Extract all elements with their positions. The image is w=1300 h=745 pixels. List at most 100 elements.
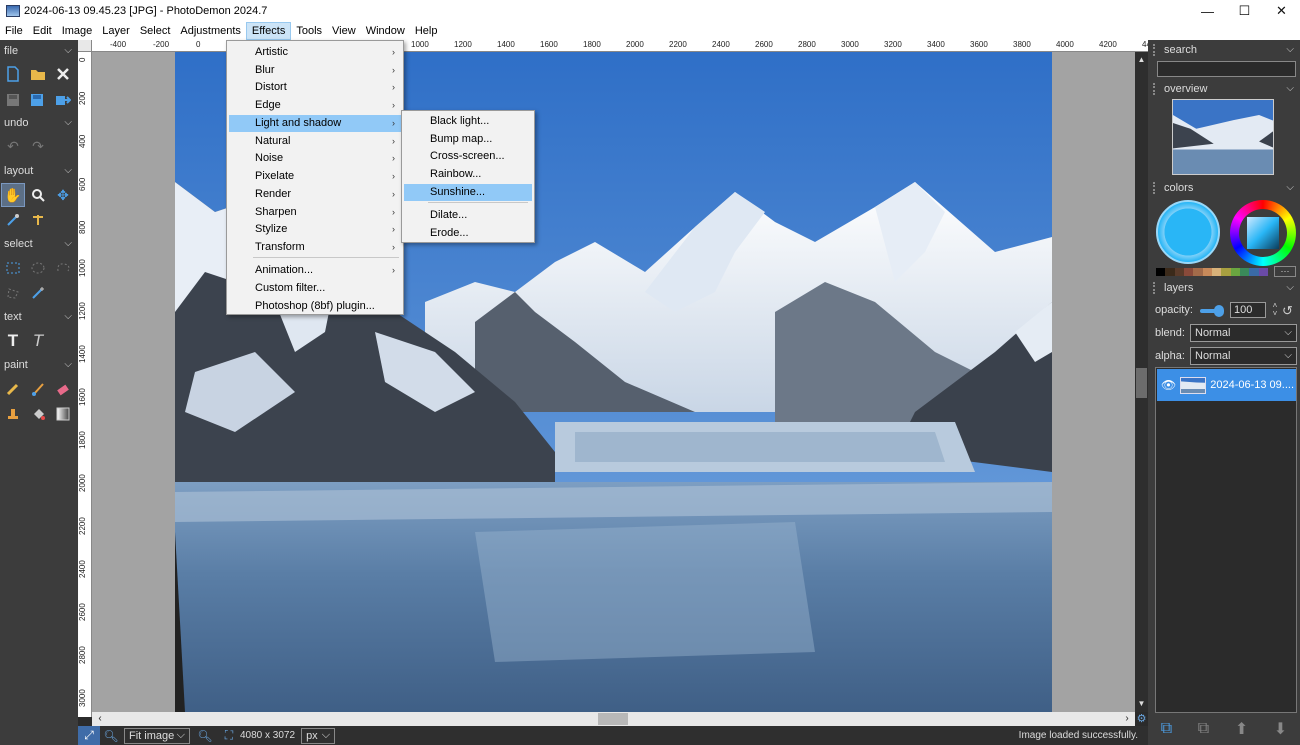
effects-menu-item[interactable]: Blur › bbox=[229, 62, 401, 79]
light-shadow-menu-item[interactable]: Erode... bbox=[404, 225, 532, 242]
effects-menu-item[interactable]: Custom filter... bbox=[229, 280, 401, 297]
palette-swatch[interactable] bbox=[1183, 268, 1194, 276]
layer-row[interactable]: 👁 2024-06-13 09.... bbox=[1157, 369, 1296, 401]
vertical-scroll-thumb[interactable] bbox=[1136, 368, 1147, 398]
palette-swatch[interactable] bbox=[1193, 268, 1203, 276]
menu-select[interactable]: Select bbox=[135, 22, 176, 40]
close-window-button[interactable]: ✕ bbox=[1263, 0, 1300, 22]
zoom-in-icon[interactable]: 🔍︎ bbox=[194, 726, 216, 745]
scroll-right-icon[interactable]: › bbox=[1121, 712, 1133, 726]
light-shadow-menu-item[interactable]: Dilate... bbox=[404, 207, 532, 224]
palette-swatch[interactable] bbox=[1230, 268, 1240, 276]
magic-wand-icon[interactable] bbox=[26, 281, 50, 305]
scroll-down-icon[interactable]: ▼ bbox=[1135, 698, 1148, 710]
scroll-up-icon[interactable]: ▲ bbox=[1135, 54, 1148, 66]
menu-tools[interactable]: Tools bbox=[291, 22, 327, 40]
menu-image[interactable]: Image bbox=[57, 22, 98, 40]
color-square[interactable] bbox=[1247, 217, 1279, 249]
overview-thumbnail[interactable] bbox=[1172, 99, 1274, 175]
navigator-icon[interactable]: ⚙ bbox=[1135, 712, 1148, 726]
effects-menu-item[interactable]: Artistic › bbox=[229, 44, 401, 61]
color-palette[interactable] bbox=[1156, 268, 1268, 276]
measure-icon[interactable] bbox=[26, 208, 50, 232]
palette-swatch[interactable] bbox=[1156, 268, 1166, 276]
save-icon[interactable] bbox=[1, 88, 25, 112]
undo-icon[interactable]: ↶ bbox=[1, 134, 25, 158]
palette-swatch[interactable] bbox=[1239, 268, 1250, 276]
colors-panel-header[interactable]: colors ⌵ bbox=[1148, 179, 1300, 197]
layer-list[interactable]: 👁 2024-06-13 09.... bbox=[1155, 367, 1297, 713]
section-layout[interactable]: layout ⌵ bbox=[0, 162, 78, 180]
close-image-icon[interactable] bbox=[51, 62, 75, 86]
effects-menu-item[interactable]: Animation... › bbox=[229, 262, 401, 279]
palette-swatch[interactable] bbox=[1165, 268, 1175, 276]
light-shadow-menu-item[interactable]: Cross-screen... bbox=[404, 148, 532, 165]
brush-icon[interactable] bbox=[26, 377, 50, 401]
palette-more-button[interactable]: ··· bbox=[1274, 266, 1296, 277]
effects-menu-item[interactable]: Transform › bbox=[229, 239, 401, 256]
menu-view[interactable]: View bbox=[327, 22, 361, 40]
light-shadow-menu-item[interactable]: Sunshine... bbox=[404, 184, 532, 201]
palette-swatch[interactable] bbox=[1202, 268, 1212, 276]
typography-tool-icon[interactable]: T bbox=[26, 329, 50, 353]
menu-help[interactable]: Help bbox=[410, 22, 443, 40]
light-shadow-menu-item[interactable]: Rainbow... bbox=[404, 166, 532, 183]
effects-menu-item[interactable]: Natural › bbox=[229, 133, 401, 150]
fill-bucket-icon[interactable] bbox=[26, 402, 50, 426]
effects-menu-item[interactable]: Sharpen › bbox=[229, 204, 401, 221]
menu-window[interactable]: Window bbox=[361, 22, 410, 40]
menu-effects[interactable]: Effects bbox=[245, 22, 292, 40]
reset-icon[interactable]: ↺ bbox=[1282, 303, 1293, 319]
effects-menu-item[interactable]: Noise › bbox=[229, 150, 401, 167]
effects-menu-item[interactable]: Stylize › bbox=[229, 221, 401, 238]
section-select[interactable]: select ⌵ bbox=[0, 235, 78, 253]
palette-swatch[interactable] bbox=[1221, 268, 1231, 276]
palette-swatch[interactable] bbox=[1249, 268, 1259, 276]
menu-edit[interactable]: Edit bbox=[28, 22, 57, 40]
clone-stamp-icon[interactable] bbox=[1, 402, 25, 426]
fit-screen-icon[interactable]: ⤢ bbox=[78, 726, 100, 745]
blend-select[interactable]: Normal ⌵ bbox=[1190, 324, 1297, 342]
horizontal-scroll-thumb[interactable] bbox=[598, 713, 628, 725]
section-text[interactable]: text ⌵ bbox=[0, 308, 78, 326]
eraser-icon[interactable] bbox=[51, 377, 75, 401]
gradient-icon[interactable] bbox=[51, 402, 75, 426]
open-folder-icon[interactable] bbox=[26, 62, 50, 86]
section-paint[interactable]: paint ⌵ bbox=[0, 356, 78, 374]
effects-menu-item[interactable]: Render › bbox=[229, 186, 401, 203]
export-icon[interactable] bbox=[51, 88, 75, 112]
menu-adjustments[interactable]: Adjustments bbox=[175, 22, 246, 40]
vertical-scrollbar[interactable]: ▲ ▼ bbox=[1135, 52, 1148, 712]
opacity-input[interactable]: 100 bbox=[1230, 302, 1266, 318]
duplicate-layer-icon[interactable]: ⧉ bbox=[1198, 720, 1209, 738]
search-panel-header[interactable]: search ⌵ bbox=[1148, 41, 1300, 59]
maximize-button[interactable]: ☐ bbox=[1226, 0, 1263, 22]
color-picker-icon[interactable] bbox=[1, 208, 25, 232]
zoom-icon[interactable] bbox=[26, 183, 50, 207]
pencil-icon[interactable] bbox=[1, 377, 25, 401]
hand-pan-icon[interactable]: ✋ bbox=[1, 183, 25, 207]
section-undo[interactable]: undo ⌵ bbox=[0, 114, 78, 132]
opacity-spinner[interactable]: ˄ ˅ bbox=[1270, 302, 1280, 318]
save-as-icon[interactable] bbox=[26, 88, 50, 112]
palette-swatch[interactable] bbox=[1174, 268, 1184, 276]
text-tool-icon[interactable]: T bbox=[1, 329, 25, 353]
search-input[interactable] bbox=[1157, 61, 1296, 77]
eye-visibility-icon[interactable]: 👁 bbox=[1161, 378, 1176, 392]
opacity-slider-knob[interactable] bbox=[1214, 305, 1224, 317]
effects-menu-item[interactable]: Photoshop (8bf) plugin... bbox=[229, 298, 401, 315]
move-layer-up-icon[interactable]: ⬆ bbox=[1235, 719, 1248, 739]
new-file-icon[interactable] bbox=[1, 62, 25, 86]
menu-file[interactable]: File bbox=[0, 22, 28, 40]
light-shadow-menu-item[interactable]: Black light... bbox=[404, 113, 532, 130]
overview-panel-header[interactable]: overview ⌵ bbox=[1148, 80, 1300, 98]
zoom-out-icon[interactable]: 🔍︎ bbox=[100, 726, 122, 745]
redo-icon[interactable]: ↷ bbox=[26, 134, 50, 158]
effects-menu-item[interactable]: Distort › bbox=[229, 79, 401, 96]
color-wheel[interactable] bbox=[1230, 200, 1296, 266]
effects-menu-item[interactable]: Light and shadow › bbox=[229, 115, 401, 132]
polygon-select-icon[interactable] bbox=[1, 281, 25, 305]
section-file[interactable]: file ⌵ bbox=[0, 42, 78, 60]
lasso-select-icon[interactable] bbox=[51, 256, 75, 280]
rect-select-icon[interactable] bbox=[1, 256, 25, 280]
